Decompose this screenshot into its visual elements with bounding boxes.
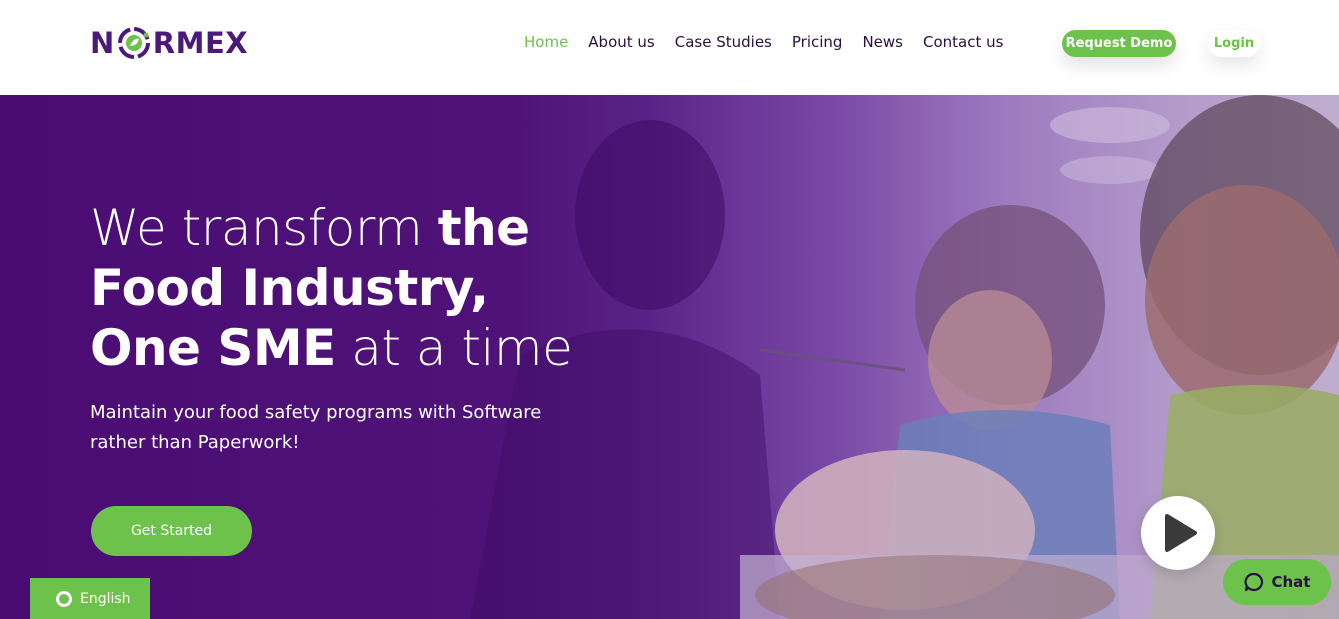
chat-label: Chat	[1271, 573, 1311, 591]
nav-about-us[interactable]: About us	[588, 31, 654, 53]
headline-part-4: One SME	[90, 319, 336, 377]
language-ring-icon	[56, 590, 72, 607]
main-nav: Home About us Case Studies Pricing News …	[524, 31, 1023, 53]
logo-letter-n: N	[90, 26, 115, 60]
chat-bubble-icon	[1244, 572, 1263, 592]
play-icon	[1165, 514, 1197, 552]
nav-case-studies[interactable]: Case Studies	[675, 31, 772, 53]
headline-part-1: We transform	[90, 199, 438, 257]
request-demo-button[interactable]: Request Demo	[1062, 30, 1176, 57]
nav-pricing[interactable]: Pricing	[792, 31, 843, 53]
normex-logo[interactable]: N RMEX	[90, 20, 248, 66]
nav-news[interactable]: News	[862, 31, 903, 53]
play-video-button[interactable]	[1141, 496, 1215, 570]
hero-subheading: Maintain your food safety programs with …	[90, 402, 542, 453]
chat-button[interactable]: Chat	[1223, 559, 1331, 605]
headline-part-5: at a time	[335, 319, 573, 377]
language-selector-button[interactable]: English	[30, 578, 150, 619]
logo-letters-rmex: RMEX	[152, 26, 249, 60]
logo-leaf-icon	[117, 27, 150, 59]
site-header: N RMEX Home About us Case Studies Pricin…	[0, 0, 1339, 95]
nav-contact-us[interactable]: Contact us	[923, 31, 1003, 53]
login-button[interactable]: Login	[1208, 30, 1260, 57]
get-started-button[interactable]: Get Started	[91, 506, 252, 556]
headline-part-2: the	[437, 199, 530, 257]
hero-headline: We transform the Food Industry, One SME …	[90, 198, 610, 378]
language-label: English	[80, 590, 131, 607]
hero-section: We transform the Food Industry, One SME …	[0, 95, 1339, 619]
nav-home[interactable]: Home	[524, 31, 568, 53]
headline-part-3: Food Industry,	[90, 259, 489, 317]
